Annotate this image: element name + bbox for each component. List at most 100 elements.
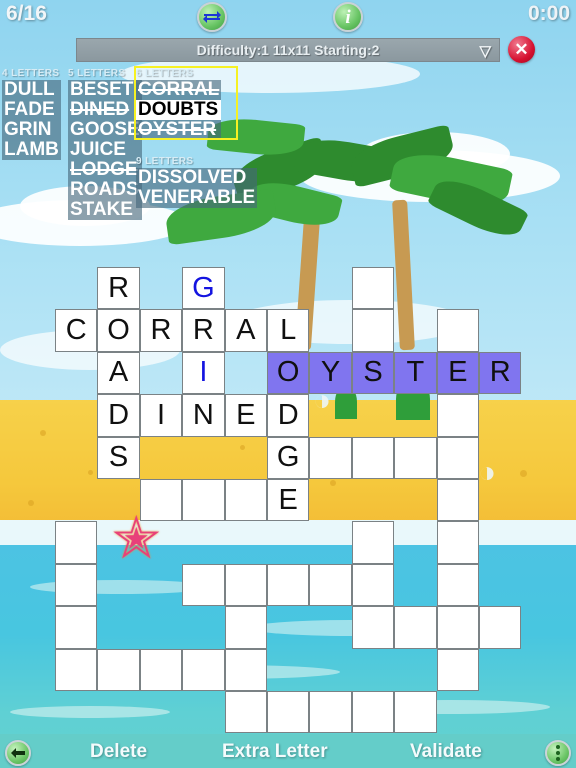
grid-cell[interactable] bbox=[139, 479, 183, 522]
word-group-header: 6 LETTERS bbox=[136, 68, 194, 79]
difficulty-dropdown[interactable]: Difficulty:1 11x11 Starting:2 ▽ bbox=[76, 38, 500, 62]
back-arrow-icon[interactable] bbox=[5, 740, 31, 766]
grid-cell[interactable] bbox=[436, 394, 479, 437]
word-item[interactable]: GRIN bbox=[2, 120, 61, 140]
word-item[interactable]: FADE bbox=[2, 100, 61, 120]
word-item[interactable]: BESET bbox=[68, 80, 142, 100]
grid-cell[interactable] bbox=[436, 563, 479, 607]
grid-cell[interactable] bbox=[351, 521, 395, 564]
grid-cell[interactable] bbox=[394, 606, 437, 649]
grid-cell[interactable] bbox=[267, 691, 310, 734]
grid-cell[interactable]: R bbox=[139, 309, 183, 352]
word-item[interactable]: DULL bbox=[2, 80, 61, 100]
grid-cell[interactable]: A bbox=[97, 351, 140, 395]
grid-cell[interactable] bbox=[351, 436, 395, 479]
word-item[interactable]: CORRAL bbox=[136, 80, 222, 100]
grid-cell[interactable]: C bbox=[55, 309, 98, 352]
swap-arrows-icon[interactable] bbox=[197, 2, 227, 32]
grid-cell[interactable] bbox=[351, 267, 395, 310]
word-item[interactable]: GOOSE bbox=[68, 120, 142, 140]
grid-cell[interactable] bbox=[182, 563, 225, 607]
grid-cell[interactable] bbox=[436, 606, 479, 649]
timer-display: 0:00 bbox=[527, 2, 570, 25]
word-item[interactable]: OYSTER bbox=[136, 120, 222, 140]
grid-cell[interactable]: G bbox=[267, 436, 310, 479]
grid-cell[interactable]: S bbox=[97, 436, 140, 479]
word-item[interactable]: LAMB bbox=[2, 140, 61, 160]
word-item[interactable]: STAKE bbox=[68, 200, 142, 220]
grid-cell[interactable] bbox=[224, 563, 267, 607]
more-options-icon[interactable] bbox=[545, 740, 571, 766]
grid-cell[interactable] bbox=[436, 521, 479, 564]
grid-cell[interactable] bbox=[224, 691, 267, 734]
progress-counter: 6/16 bbox=[6, 2, 47, 25]
word-item[interactable]: DISSOLVED bbox=[136, 168, 258, 188]
extra-letter-button[interactable]: Extra Letter bbox=[222, 741, 328, 763]
word-item[interactable]: LODGE bbox=[68, 160, 142, 180]
word-group-header: 4 LETTERS bbox=[2, 68, 60, 79]
word-group-header: 9 LETTERS bbox=[136, 156, 194, 167]
grid-cell[interactable] bbox=[479, 606, 522, 649]
word-item[interactable]: VENERABLE bbox=[136, 188, 258, 208]
word-item[interactable]: JUICE bbox=[68, 140, 142, 160]
grid-cell[interactable]: R bbox=[182, 309, 225, 352]
game-screen: ✭ ◑ ◑ 6/16 0:00 i Difficulty:1 11x11 Sta… bbox=[0, 0, 576, 768]
word-item[interactable]: ROADS bbox=[68, 180, 142, 200]
grid-cell[interactable]: L bbox=[267, 309, 310, 352]
grid-cell[interactable]: E bbox=[436, 351, 479, 395]
grid-cell[interactable] bbox=[351, 691, 395, 734]
info-icon[interactable]: i bbox=[333, 2, 363, 32]
grid-cell[interactable] bbox=[309, 436, 352, 479]
grid-cell[interactable] bbox=[267, 563, 310, 607]
grid-cell[interactable] bbox=[436, 309, 479, 352]
grid-cell[interactable]: G bbox=[182, 267, 225, 310]
grid-cell[interactable] bbox=[55, 606, 98, 649]
validate-button[interactable]: Validate bbox=[410, 741, 482, 763]
grid-cell[interactable]: I bbox=[139, 394, 183, 437]
grid-cell[interactable] bbox=[139, 648, 183, 691]
grid-cell[interactable] bbox=[351, 606, 395, 649]
crossword-grid[interactable]: RGCORRALAIOYSTERDINEDSGE bbox=[55, 267, 522, 734]
word-item[interactable]: DINED bbox=[68, 100, 142, 120]
grid-cell[interactable]: N bbox=[182, 394, 225, 437]
grid-cell[interactable] bbox=[97, 648, 140, 691]
grid-cell[interactable]: R bbox=[479, 351, 522, 395]
grid-cell[interactable]: D bbox=[267, 394, 310, 437]
word-group-4: 4 LETTERS DULL FADE GRIN LAMB bbox=[2, 68, 61, 160]
delete-button[interactable]: Delete bbox=[90, 741, 147, 763]
swap-arrows-glyph bbox=[203, 11, 221, 23]
grid-cell[interactable]: O bbox=[267, 351, 310, 395]
grid-cell[interactable] bbox=[351, 563, 395, 607]
grid-cell[interactable] bbox=[436, 648, 479, 691]
more-options-glyph bbox=[556, 745, 560, 761]
grid-cell[interactable] bbox=[436, 436, 479, 479]
grid-cell[interactable] bbox=[182, 648, 225, 691]
grid-cell[interactable] bbox=[436, 479, 479, 522]
grid-cell[interactable] bbox=[182, 479, 225, 522]
grid-cell[interactable]: T bbox=[394, 351, 437, 395]
grid-cell[interactable] bbox=[55, 521, 98, 564]
grid-cell[interactable]: O bbox=[97, 309, 140, 352]
grid-cell[interactable] bbox=[224, 479, 267, 522]
word-item-active[interactable]: DOUBTS bbox=[136, 100, 222, 120]
close-button[interactable]: ✕ bbox=[508, 36, 535, 63]
grid-cell[interactable] bbox=[394, 436, 437, 479]
grid-cell[interactable]: Y bbox=[309, 351, 352, 395]
grid-cell[interactable] bbox=[394, 691, 437, 734]
grid-cell[interactable] bbox=[55, 563, 98, 607]
grid-cell[interactable]: R bbox=[97, 267, 140, 310]
grid-cell[interactable] bbox=[55, 648, 98, 691]
grid-cell[interactable]: S bbox=[351, 351, 395, 395]
grid-cell[interactable] bbox=[309, 563, 352, 607]
grid-cell[interactable] bbox=[224, 648, 267, 691]
grid-cell[interactable] bbox=[224, 606, 267, 649]
grid-cell[interactable] bbox=[309, 691, 352, 734]
grid-cell[interactable]: D bbox=[97, 394, 140, 437]
grid-cell[interactable]: E bbox=[224, 394, 267, 437]
word-group-5: 5 LETTERS BESET DINED GOOSE JUICE LODGE … bbox=[68, 68, 142, 220]
grid-cell[interactable] bbox=[351, 309, 395, 352]
grid-cell[interactable]: A bbox=[224, 309, 267, 352]
bottom-toolbar: Delete Extra Letter Validate bbox=[0, 734, 576, 768]
grid-cell[interactable]: I bbox=[182, 351, 225, 395]
grid-cell[interactable]: E bbox=[267, 479, 310, 522]
